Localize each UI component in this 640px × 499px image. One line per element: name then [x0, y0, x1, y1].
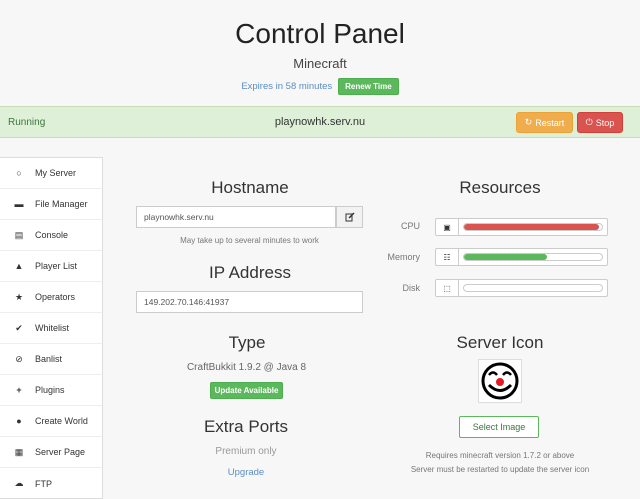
- expiry-row: Expires in 58 minutes Renew Time: [0, 78, 640, 95]
- star-icon: ★: [14, 291, 24, 302]
- disk-icon: ⬚: [435, 279, 459, 297]
- ip-heading: IP Address: [209, 263, 291, 282]
- folder-icon: ▬: [14, 199, 24, 209]
- server-type: CraftBukkit 1.9.2 @ Java 8: [186, 362, 307, 373]
- extra-ports-heading: Extra Ports: [203, 417, 289, 436]
- ip-address-field[interactable]: 149.202.70.146:41937: [136, 291, 363, 313]
- memory-label: Memory: [387, 252, 420, 262]
- sidebar-item-operators[interactable]: ★ Operators: [0, 282, 102, 313]
- page-header: Control Panel Minecraft Expires in 58 mi…: [0, 0, 640, 106]
- sidebar-item-ftp[interactable]: ☁ FTP: [0, 468, 102, 499]
- cpu-usage-fill: [464, 224, 600, 230]
- ban-icon: ⊘: [15, 353, 23, 364]
- grid-icon: ▦: [14, 446, 24, 457]
- hostname-heading: Hostname: [211, 178, 289, 197]
- cpu-usage-bar: [459, 218, 608, 236]
- power-icon: ⏻: [585, 117, 593, 127]
- disk-usage-bar: [459, 279, 608, 297]
- memory-usage-bar: [459, 248, 608, 266]
- upgrade-link[interactable]: Upgrade: [146, 467, 346, 478]
- renew-time-button[interactable]: Renew Time: [338, 78, 399, 95]
- expiry-text: Expires in 58 minutes: [241, 81, 333, 92]
- hostname-field[interactable]: playnowhk.serv.nu: [136, 206, 336, 228]
- restart-icon: ↻: [524, 117, 533, 127]
- restart-button[interactable]: ↻ Restart: [516, 112, 573, 133]
- page-title: Control Panel: [235, 18, 405, 49]
- resources-heading: Resources: [459, 178, 541, 197]
- memory-usage-fill: [464, 254, 547, 260]
- power-icon: ○: [16, 168, 22, 178]
- console-icon: ▤: [14, 229, 24, 240]
- plus-icon: +: [16, 385, 22, 395]
- stop-button[interactable]: ⏻ Stop: [577, 112, 623, 133]
- sidebar-item-server-page[interactable]: ▦ Server Page: [0, 437, 102, 468]
- sidebar-item-player-list[interactable]: ▲ Player List: [0, 251, 102, 282]
- hostname-help: May take up to several minutes to work: [180, 236, 319, 245]
- disk-label: Disk: [402, 283, 421, 293]
- type-heading: Type: [228, 333, 266, 352]
- edit-hostname-button[interactable]: [336, 206, 363, 228]
- sidebar-item-my-server[interactable]: ○ My Server: [0, 158, 102, 189]
- sidebar-item-plugins[interactable]: + Plugins: [0, 375, 102, 406]
- icon-version-note: Requires minecraft version 1.7.2 or abov…: [425, 451, 575, 460]
- sidebar-item-file-manager[interactable]: ▬ File Manager: [0, 189, 102, 220]
- sidebar-item-whitelist[interactable]: ✔ Whitelist: [0, 313, 102, 344]
- memory-icon: ☷: [435, 248, 459, 266]
- select-image-button[interactable]: Select Image: [459, 416, 539, 438]
- icon-restart-note: Server must be restarted to update the s…: [410, 465, 590, 474]
- restart-label: Restart: [535, 117, 565, 128]
- sidebar-item-create-world[interactable]: ● Create World: [0, 406, 102, 437]
- server-icon-heading: Server Icon: [456, 333, 544, 352]
- game-subtitle: Minecraft: [293, 56, 347, 71]
- stop-label: Stop: [595, 117, 615, 128]
- check-icon: ✔: [15, 322, 23, 333]
- clown-face-icon: [481, 362, 519, 400]
- globe-icon: ●: [16, 416, 22, 426]
- sidebar-item-banlist[interactable]: ⊘ Banlist: [0, 344, 102, 375]
- user-icon: ▲: [14, 261, 24, 271]
- cloud-icon: ☁: [14, 478, 24, 488]
- premium-only-text: Premium only: [215, 446, 277, 457]
- cpu-icon: ▣: [435, 218, 459, 236]
- sidebar: ○ My Server ▬ File Manager ▤ Console ▲ P…: [0, 157, 103, 499]
- sidebar-item-console[interactable]: ▤ Console: [0, 220, 102, 251]
- update-available-button[interactable]: Update Available: [210, 382, 283, 399]
- edit-icon: [345, 212, 355, 222]
- cpu-label: CPU: [400, 221, 420, 231]
- status-bar: Running playnowhk.serv.nu ↻ Restart ⏻ St…: [0, 106, 640, 138]
- server-icon-image: [478, 359, 522, 403]
